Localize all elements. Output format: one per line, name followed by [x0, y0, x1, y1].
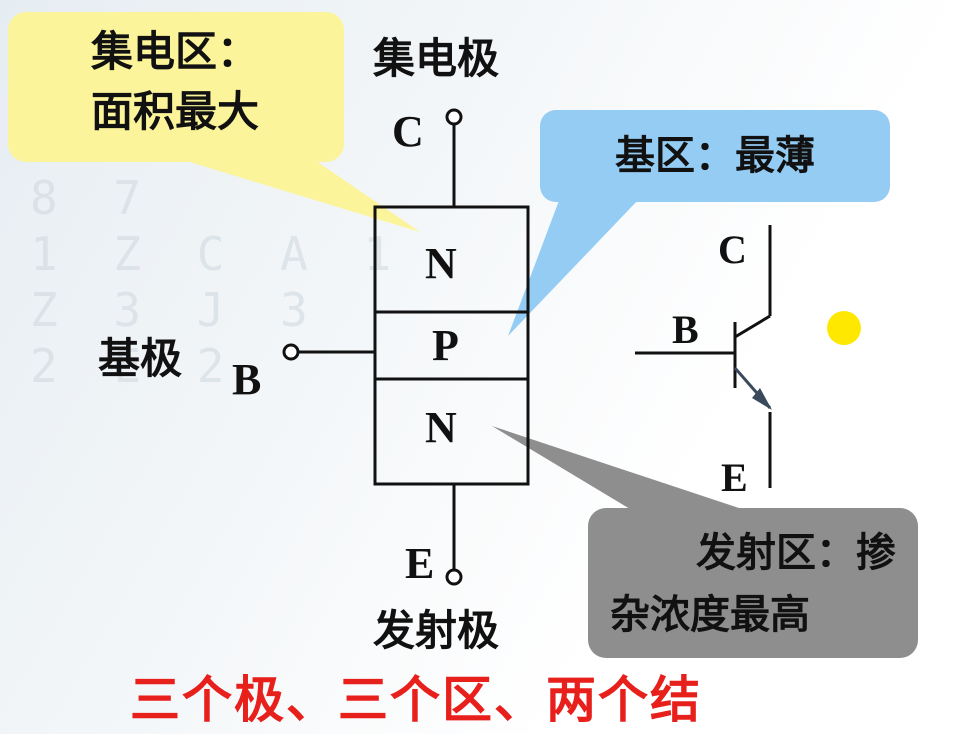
- layer-n-bottom-label: N: [425, 403, 457, 452]
- yellow-dot: [827, 311, 861, 345]
- base-terminal: [282, 343, 300, 361]
- layer-n-top-label: N: [425, 239, 457, 288]
- collector-callout-line2: 面积最大: [90, 87, 259, 136]
- symbol-collector-diag: [734, 314, 771, 339]
- base-callout-text: 基区：最薄: [615, 133, 815, 179]
- collector-letter: C: [392, 107, 424, 156]
- emitter-callout-line1: 发射区：掺: [696, 530, 896, 576]
- symbol-c-label: C: [718, 227, 747, 272]
- base-name: 基极: [98, 334, 183, 383]
- collector-terminal: [445, 108, 463, 126]
- symbol-e-label: E: [721, 455, 748, 500]
- footer-summary: 三个极、三个区、两个结: [130, 671, 702, 729]
- symbol-b-label: B: [672, 307, 699, 352]
- npn-symbol: [635, 225, 772, 488]
- emitter-terminal: [445, 568, 463, 586]
- collector-callout-line1: 集电区：: [90, 27, 259, 76]
- collector-name: 集电极: [373, 34, 500, 83]
- emitter-callout-pointer: [492, 426, 760, 515]
- layer-p-label: P: [432, 321, 459, 370]
- collector-callout-pointer: [150, 150, 420, 232]
- emitter-name: 发射极: [373, 606, 500, 655]
- emitter-letter: E: [405, 539, 435, 588]
- base-letter: B: [232, 355, 262, 404]
- emitter-callout-line2: 杂浓度最高: [610, 592, 810, 638]
